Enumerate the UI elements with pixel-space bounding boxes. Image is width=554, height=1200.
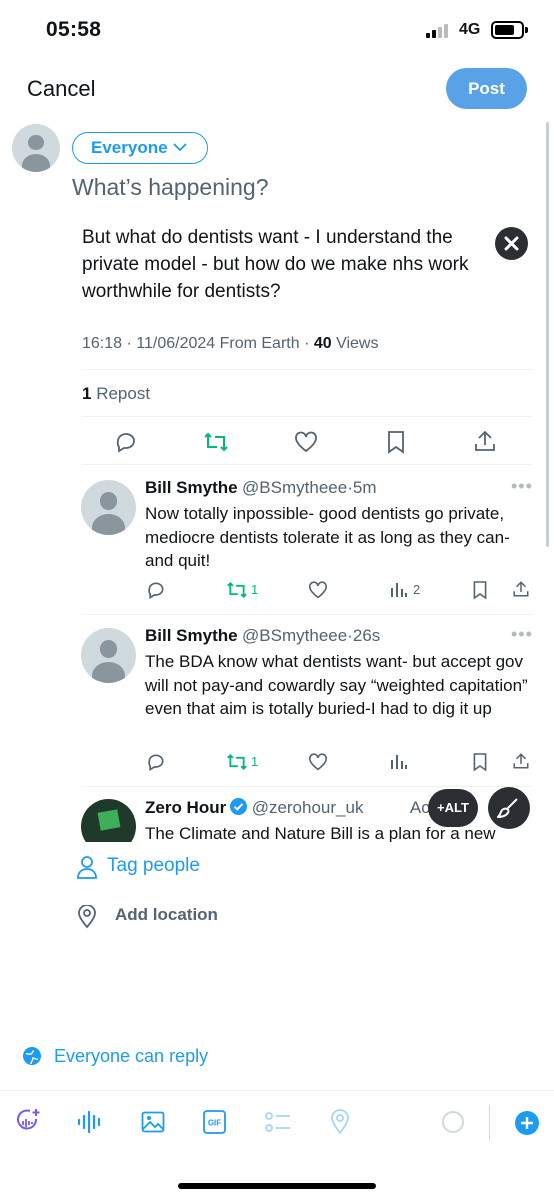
- views-label: Views: [336, 335, 379, 352]
- home-indicator[interactable]: [178, 1183, 376, 1189]
- network-label: 4G: [459, 21, 481, 38]
- reply-icon[interactable]: [114, 430, 138, 454]
- toolbar-divider: [489, 1105, 490, 1141]
- reply-setting-button[interactable]: Everyone can reply: [54, 1046, 208, 1067]
- person-icon[interactable]: [76, 855, 98, 879]
- reply-header: Zero Hour @zerohour_uk Ac: [145, 798, 430, 818]
- divider: [82, 614, 532, 615]
- bookmark-icon[interactable]: [472, 752, 488, 772]
- chevron-down-icon: [173, 143, 187, 152]
- battery-tip: [525, 27, 528, 33]
- cancel-button[interactable]: Cancel: [27, 76, 95, 102]
- share-icon[interactable]: [512, 579, 530, 599]
- bookmark-icon[interactable]: [472, 580, 488, 600]
- reply-avatar[interactable]: [81, 799, 136, 842]
- divider: [82, 464, 532, 465]
- more-options-icon[interactable]: •••: [511, 476, 533, 497]
- share-icon[interactable]: [512, 751, 530, 771]
- audience-label: Everyone: [91, 138, 168, 157]
- more-options-icon[interactable]: •••: [511, 624, 533, 645]
- analytics-icon[interactable]: [390, 580, 408, 598]
- post-meta: 16:18 · 11/06/2024 From Earth · 40 Views: [82, 335, 379, 352]
- poll-icon[interactable]: [264, 1110, 292, 1134]
- post-time: 16:18: [82, 335, 123, 352]
- like-icon[interactable]: [308, 581, 328, 599]
- reply-icon[interactable]: [146, 580, 166, 600]
- globe-icon[interactable]: [22, 1046, 42, 1066]
- repost-count: 1: [251, 754, 259, 769]
- analytics-icon[interactable]: [390, 752, 408, 770]
- reply-icon[interactable]: [146, 752, 166, 772]
- reply-author-name[interactable]: Bill Smythe: [145, 626, 238, 645]
- location-pin-icon[interactable]: [77, 905, 97, 929]
- reply-author-name[interactable]: Zero Hour: [145, 798, 226, 817]
- reposts-count: 1: [82, 384, 92, 403]
- verified-badge-icon: [230, 798, 248, 815]
- scrollbar[interactable]: [546, 122, 549, 547]
- reply-time: 26s: [352, 626, 381, 645]
- grok-icon[interactable]: [14, 1107, 42, 1135]
- repost-icon[interactable]: [203, 430, 229, 454]
- quoted-post-text: But what do dentists want - I understand…: [82, 227, 469, 302]
- reply-header: Bill Smythe @BSmytheee·5m: [145, 478, 376, 498]
- reply-author-handle[interactable]: @zerohour_uk: [252, 798, 364, 817]
- compose-placeholder[interactable]: What’s happening?: [72, 174, 269, 201]
- divider: [82, 786, 532, 787]
- post-date: 11/06/2024: [136, 335, 216, 352]
- remove-attachment-button[interactable]: [495, 227, 528, 260]
- progress-circle-icon: [442, 1111, 464, 1133]
- add-alt-text-button[interactable]: +ALT: [428, 789, 478, 827]
- reply-avatar[interactable]: [81, 480, 136, 535]
- reply-author-name[interactable]: Bill Smythe: [145, 478, 238, 497]
- reply-header: Bill Smythe @BSmytheee·26s: [145, 626, 380, 646]
- user-avatar[interactable]: [12, 124, 60, 172]
- svg-text:GIF: GIF: [208, 1119, 221, 1128]
- divider: [82, 369, 532, 370]
- post-button[interactable]: Post: [446, 68, 527, 109]
- reply-author-handle[interactable]: @BSmytheee: [242, 478, 347, 497]
- add-location-button[interactable]: Add location: [115, 905, 218, 925]
- reply-avatar[interactable]: [81, 628, 136, 683]
- views-count: 2: [413, 582, 421, 597]
- reply-author-handle[interactable]: @BSmytheee: [242, 626, 347, 645]
- close-icon: [504, 236, 519, 251]
- signal-icon: [426, 22, 452, 38]
- post-source: From Earth: [219, 335, 300, 352]
- avatar-graphic: [97, 809, 121, 831]
- location-icon[interactable]: [330, 1109, 350, 1135]
- share-icon[interactable]: [473, 429, 497, 453]
- repost-count: 1: [251, 582, 259, 597]
- reply-text: The BDA know what dentists want- but acc…: [145, 652, 528, 718]
- divider: [82, 416, 532, 417]
- image-icon[interactable]: [141, 1111, 165, 1133]
- battery-icon: [491, 21, 524, 39]
- bookmark-icon[interactable]: [386, 430, 406, 454]
- like-icon[interactable]: [308, 753, 328, 771]
- reply-time: Ac: [409, 798, 430, 817]
- reposts-label: Repost: [96, 384, 151, 403]
- add-post-icon[interactable]: [514, 1110, 540, 1136]
- repost-count[interactable]: 1 Repost: [82, 384, 150, 404]
- edit-media-button[interactable]: [488, 787, 530, 829]
- audience-selector[interactable]: Everyone: [72, 132, 208, 164]
- brush-icon: [497, 798, 518, 818]
- views-count: 40: [313, 335, 332, 352]
- tag-people-button[interactable]: Tag people: [107, 855, 200, 877]
- gif-icon[interactable]: GIF: [203, 1110, 226, 1134]
- divider: [0, 1090, 554, 1091]
- reply-text: Now totally inpossible- good dentists go…: [145, 504, 510, 570]
- repost-icon[interactable]: [226, 752, 248, 772]
- reply-text: The Climate and Nature Bill is a plan fo…: [145, 824, 496, 842]
- like-icon[interactable]: [294, 431, 318, 453]
- voice-icon[interactable]: [77, 1110, 103, 1134]
- reply-time: 5m: [352, 478, 377, 497]
- status-time: 05:58: [46, 18, 102, 41]
- repost-icon[interactable]: [226, 580, 248, 600]
